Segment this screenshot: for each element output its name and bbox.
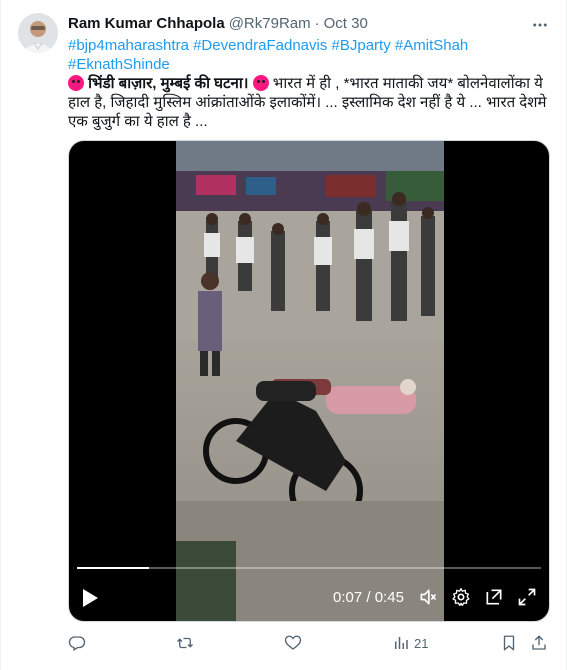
volume-muted-icon[interactable]	[417, 586, 439, 608]
hashtag-link[interactable]: #DevendraFadnavis	[193, 37, 327, 54]
like-heart-icon[interactable]	[284, 632, 302, 654]
retweet-icon[interactable]	[176, 632, 194, 654]
video-controls: 0:07 / 0:45	[69, 557, 549, 621]
video-frame[interactable]	[176, 141, 444, 621]
views-count: 21	[414, 635, 429, 651]
header-separator: ·	[314, 14, 320, 32]
tweet-body: भिंडी बाज़ार, मुम्बई की घटना। भारत में ह…	[68, 74, 552, 131]
angry-face-emoji-icon	[68, 75, 84, 91]
settings-gear-icon[interactable]	[450, 586, 472, 608]
fullscreen-icon[interactable]	[516, 586, 538, 608]
tweet-content: Ram Kumar Chhapola @Rk79Ram · Oct 30 #bj…	[68, 13, 552, 131]
video-progress-fill	[77, 567, 150, 569]
hashtag-line-2: #EknathShinde	[68, 55, 552, 74]
video-player[interactable]: 0:07 / 0:45	[68, 140, 550, 622]
video-duration: 0:45	[374, 589, 404, 606]
reply-icon[interactable]	[68, 632, 86, 654]
tweet-card[interactable]: Ram Kumar Chhapola @Rk79Ram · Oct 30 #bj…	[0, 0, 567, 670]
share-icon[interactable]	[530, 632, 548, 654]
hashtag-link[interactable]: #EknathShinde	[68, 56, 170, 73]
tweet-actions: 21	[68, 632, 552, 654]
tweet-bold-text: भिंडी बाज़ार, मुम्बई की घटना।	[88, 75, 249, 92]
video-time-separator: /	[362, 589, 375, 606]
video-current-time: 0:07	[333, 589, 363, 606]
views-chart-icon	[395, 637, 408, 649]
bookmark-icon[interactable]	[500, 632, 518, 654]
hashtag-link[interactable]: #bjp4maharashtra	[68, 37, 189, 54]
video-still-image	[176, 141, 444, 621]
angry-face-emoji-icon	[252, 75, 269, 91]
play-icon[interactable]	[79, 587, 101, 609]
views-button[interactable]: 21	[392, 632, 428, 654]
avatar[interactable]	[18, 13, 58, 53]
pop-out-icon[interactable]	[483, 586, 505, 608]
hashtag-link[interactable]: #BJparty	[332, 37, 391, 54]
author-display-name[interactable]: Ram Kumar Chhapola	[68, 15, 225, 32]
hashtag-link[interactable]: #AmitShah	[395, 37, 468, 54]
person-avatar-icon	[18, 13, 58, 53]
video-progress-bar[interactable]	[77, 567, 541, 569]
more-horizontal-icon[interactable]	[530, 15, 550, 35]
tweet-header: Ram Kumar Chhapola @Rk79Ram · Oct 30	[68, 13, 552, 33]
hashtag-line-1: #bjp4maharashtra #DevendraFadnavis #BJpa…	[68, 36, 552, 55]
author-handle[interactable]: @Rk79Ram	[229, 15, 311, 32]
video-time: 0:07 / 0:45	[333, 589, 404, 606]
tweet-text: #bjp4maharashtra #DevendraFadnavis #BJpa…	[68, 36, 552, 131]
tweet-timestamp[interactable]: Oct 30	[324, 15, 368, 32]
